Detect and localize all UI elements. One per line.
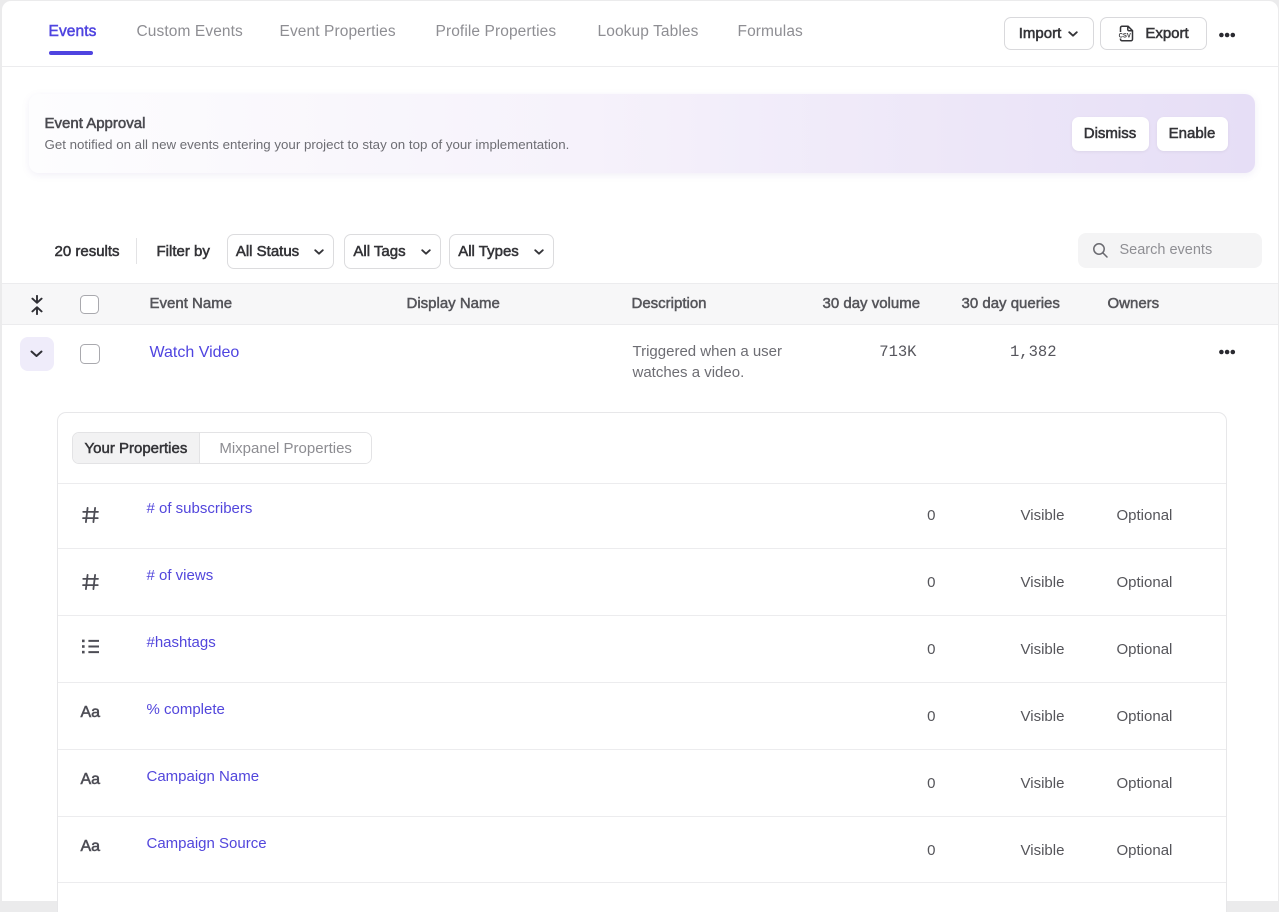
svg-text:CSV: CSV <box>1119 34 1131 40</box>
